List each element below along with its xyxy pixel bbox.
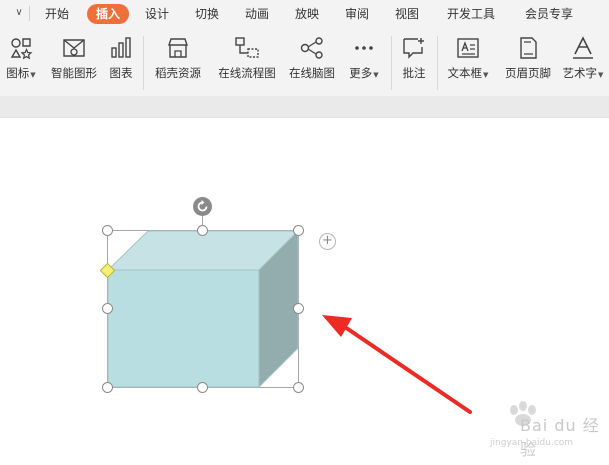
resize-handle-left[interactable] [102, 303, 113, 314]
annotation-arrow [322, 315, 472, 414]
resize-handle-bottom[interactable] [197, 382, 208, 393]
resize-handle-top[interactable] [197, 225, 208, 236]
watermark-url: jingyan.baidu.com [490, 438, 574, 448]
resize-handle-top-left[interactable] [102, 225, 113, 236]
rotate-icon [197, 200, 208, 212]
selected-shape-layer [106, 215, 472, 414]
resize-handle-bottom-left[interactable] [102, 382, 113, 393]
watermark-brand: Bai du 经验 [520, 416, 600, 459]
resize-handle-top-right[interactable] [293, 225, 304, 236]
add-shape-float-button[interactable]: + [319, 233, 336, 250]
rotate-handle[interactable] [193, 197, 212, 216]
resize-handle-bottom-right[interactable] [293, 382, 304, 393]
resize-handle-right[interactable] [293, 303, 304, 314]
cube-front-face [107, 269, 260, 388]
cube-shape[interactable] [106, 229, 300, 389]
